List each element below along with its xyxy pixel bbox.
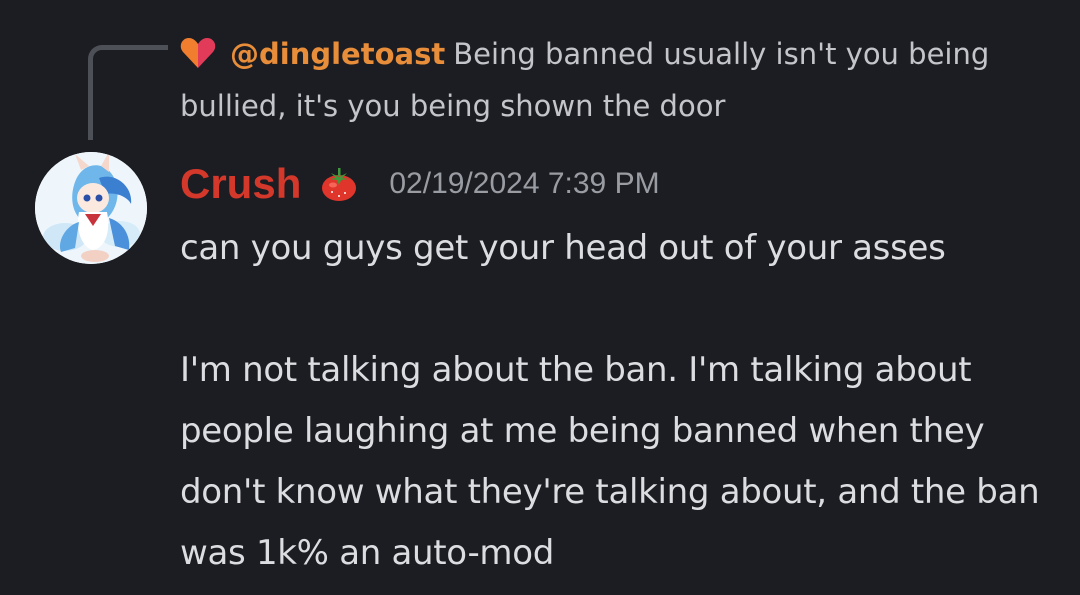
message-body[interactable]: can you guys get your head out of your a… (180, 218, 1060, 584)
avatar[interactable] (35, 152, 147, 264)
reply-connector-line (88, 45, 168, 140)
message-line: I'm not talking about the ban. I'm talki… (180, 350, 1040, 573)
username[interactable]: Crush (180, 160, 301, 208)
reply-author[interactable]: @dingletoast (230, 37, 445, 71)
message-header: Crush 02/19/2024 7:39 PM (180, 156, 660, 212)
reply-preview[interactable]: @dingletoast Being banned usually isn't y… (180, 28, 1060, 132)
message-line: can you guys get your head out of your a… (180, 228, 946, 268)
orange-pink-heart-icon (180, 33, 216, 68)
tomato-icon (319, 165, 359, 203)
timestamp: 02/19/2024 7:39 PM (389, 167, 660, 200)
